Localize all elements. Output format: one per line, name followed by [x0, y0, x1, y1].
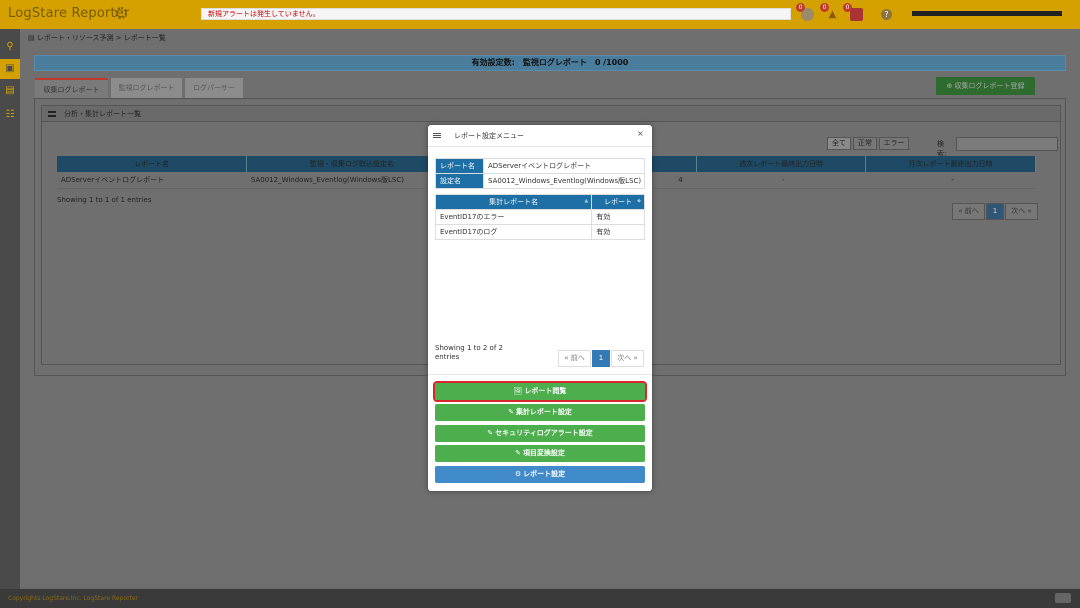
field-conversion-settings-button[interactable]: ✎ 項目変換設定 — [435, 445, 645, 462]
panel-title: 分析・集計レポート一覧 — [64, 110, 141, 118]
report-settings-modal: レポート設定メニュー × レポート名 ADServerイベントログレポート 設定… — [428, 125, 652, 491]
next-page-button[interactable]: 次へ » — [1005, 203, 1038, 220]
sort-icon: ◆ — [637, 198, 641, 204]
aggregate-report-settings-button[interactable]: ✎ 集計レポート設定 — [435, 404, 645, 421]
modal-divider — [428, 374, 652, 375]
register-collected-log-report-button[interactable]: ⊕ 収集ログレポート登録 — [936, 77, 1035, 95]
modal-next-page-button[interactable]: 次へ » — [611, 350, 644, 367]
field-conversion-settings-label: 項目変換設定 — [522, 449, 565, 457]
breadcrumb-text[interactable]: レポート・リソース予測 > レポート一覧 — [37, 34, 166, 42]
warning-badge: 0 — [820, 3, 829, 12]
info-value: SA0012_Windows_Eventlog(Windows版LSC) — [483, 173, 645, 189]
modal-title: レポート設定メニュー — [454, 132, 524, 140]
cell-aggregate-name: EventID17のエラー — [434, 209, 593, 225]
cell-monthly: - — [865, 172, 1036, 189]
error-badge: 0 — [843, 3, 852, 12]
footer-copyright: Copyrights LogStare,Inc. LogStare Report… — [8, 595, 139, 602]
modal-entries-info: Showing 1 to 2 of 2 entries — [435, 344, 503, 361]
info-row: レポート名 ADServerイベントログレポート — [435, 158, 645, 174]
col-report-status[interactable]: レポート ◆ — [591, 194, 645, 210]
cell-setting-name: SA0012_Windows_Eventlog(Windows版LSC) — [246, 172, 457, 189]
info-row: 設定名 SA0012_Windows_Eventlog(Windows版LSC) — [435, 173, 645, 189]
active-settings-summary: 有効設定数: 監視ログレポート 0 /1000 — [34, 55, 1066, 71]
error-icon[interactable] — [850, 8, 863, 21]
page-1-button[interactable]: 1 — [986, 203, 1004, 220]
security-log-alert-settings-label: セキュリティログアラート設定 — [495, 429, 593, 437]
table-row[interactable]: EventID17のエラー 有効 — [434, 209, 645, 225]
modal-page-1-button[interactable]: 1 — [592, 350, 610, 367]
cell-aggregate-name: EventID17のログ — [434, 224, 593, 240]
filter-error-button[interactable]: エラー — [879, 137, 909, 150]
tab-monitor-log-report[interactable]: 監視ログレポート — [111, 78, 182, 98]
cell-weekly: - — [696, 172, 866, 189]
report-icon[interactable]: ▣ — [0, 59, 20, 79]
edit-icon: ✎ — [515, 449, 521, 457]
table-row[interactable]: EventID17のログ 有効 — [434, 224, 645, 240]
report-settings-button[interactable]: ⚙ レポート設定 — [435, 466, 645, 483]
aggregate-report-table: 集計レポート名 ▲ レポート ◆ EventID17のエラー 有効 EventID1… — [434, 194, 645, 240]
cell-status: 有効 — [591, 224, 645, 240]
edit-icon: ✎ — [508, 408, 514, 416]
info-key: 設定名 — [435, 173, 484, 189]
list-icon — [48, 111, 56, 117]
search-icon[interactable]: ⚲ — [0, 37, 20, 57]
report-info-table: レポート名 ADServerイベントログレポート 設定名 SA0012_Wind… — [435, 158, 645, 189]
settings-icon: ⚙ — [514, 470, 522, 478]
info-value: ADServerイベントログレポート — [483, 158, 645, 174]
col-report-status-label: レポート — [604, 198, 633, 206]
scroll-top-button[interactable] — [1055, 593, 1071, 603]
cell-status: 有効 — [591, 209, 645, 225]
book-icon[interactable]: ▤ — [0, 81, 20, 101]
alert-message-bar[interactable]: 新規アラートは発生していません。 — [201, 8, 791, 20]
col-aggregate-name-label: 集計レポート名 — [489, 198, 539, 206]
sort-asc-icon: ▲ — [584, 198, 589, 204]
security-log-alert-settings-button[interactable]: ✎ セキュリティログアラート設定 — [435, 425, 645, 442]
breadcrumb-icon: ▤ — [28, 34, 37, 42]
col-aggregate-name[interactable]: 集計レポート名 ▲ — [434, 194, 593, 210]
filter-normal-button[interactable]: 正常 — [853, 137, 877, 150]
close-icon[interactable]: × — [637, 129, 644, 138]
view-report-button[interactable]: 🖼 レポート閲覧 — [433, 381, 647, 402]
breadcrumb: ▤ レポート・リソース予測 > レポート一覧 — [28, 33, 166, 43]
col-report-name[interactable]: レポート名 — [57, 156, 248, 172]
tab-collected-log-report[interactable]: 収集ログレポート — [35, 78, 108, 98]
user-menu[interactable] — [912, 11, 1062, 16]
modal-header: レポート設定メニュー × — [428, 125, 652, 147]
aggregate-report-settings-label: 集計レポート設定 — [515, 408, 572, 416]
left-navigation: ⚲ ▣ ▤ ☷ — [0, 29, 20, 589]
col-weekly-output[interactable]: 週次レポート最終出力日時 — [696, 156, 867, 172]
prev-page-button[interactable]: « 前へ — [952, 203, 985, 220]
report-settings-label: レポート設定 — [523, 470, 566, 478]
table-entries-info: Showing 1 to 1 of 1 entries — [57, 196, 152, 204]
menu-icon — [433, 133, 441, 138]
help-icon[interactable]: ? — [881, 9, 892, 20]
image-icon: 🖼 — [513, 387, 523, 395]
search-input[interactable] — [956, 137, 1058, 151]
top-header: LogStare Reporter 新規アラートは発生していません。 0 ▲ 0… — [0, 0, 1080, 29]
users-icon[interactable]: ☷ — [0, 105, 20, 125]
app-logo[interactable]: LogStare Reporter — [8, 6, 130, 21]
col-setting-name[interactable]: 監視・収集ログ取込設定名 — [246, 156, 458, 172]
view-report-label: レポート閲覧 — [524, 387, 567, 395]
loading-gear-icon — [115, 7, 127, 19]
notification-badge: 0 — [796, 3, 805, 12]
cell-report-name[interactable]: ADServerイベントログレポート — [57, 172, 247, 189]
tab-log-parser[interactable]: ログパーサー — [185, 78, 243, 98]
filter-all-button[interactable]: 全て — [827, 137, 851, 150]
col-monthly-output[interactable]: 月次レポート最終出力日時 — [865, 156, 1036, 172]
edit-icon: ✎ — [487, 429, 494, 437]
modal-prev-page-button[interactable]: « 前へ — [558, 350, 591, 367]
panel-header: 分析・集計レポート一覧 — [42, 106, 1060, 122]
footer: Copyrights LogStare,Inc. LogStare Report… — [0, 589, 1080, 608]
sub-table-header: 集計レポート名 ▲ レポート ◆ — [434, 194, 645, 210]
info-key: レポート名 — [435, 158, 484, 174]
